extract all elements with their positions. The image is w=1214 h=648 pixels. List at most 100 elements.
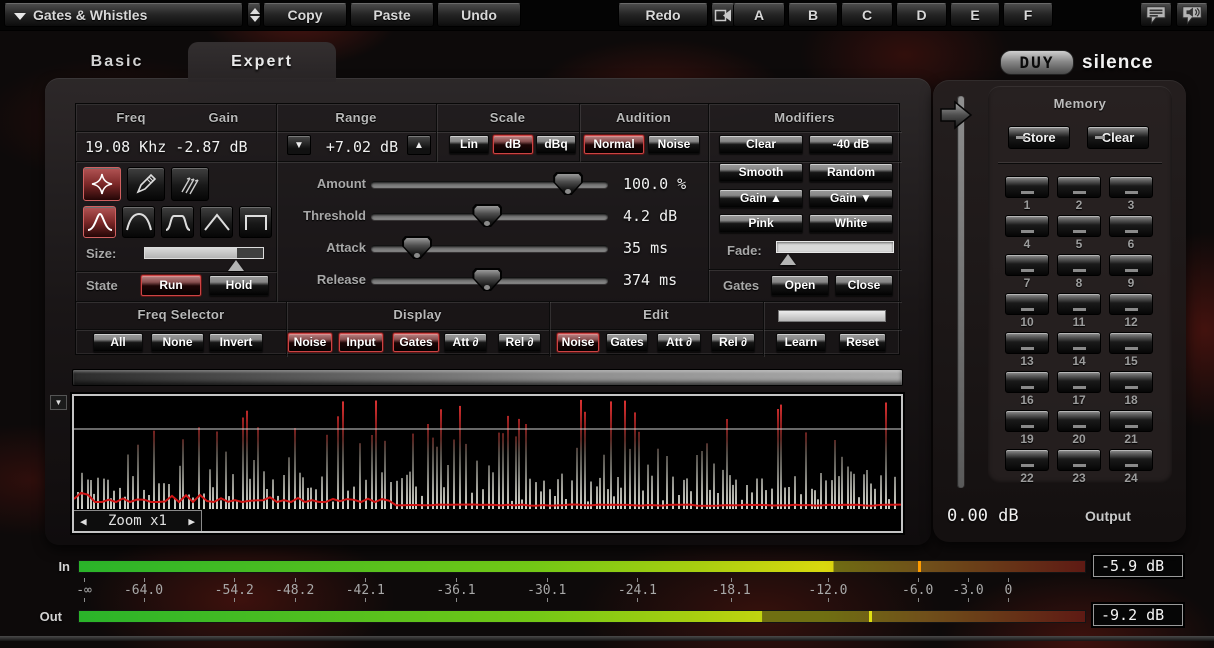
memory-slot-button[interactable] bbox=[1057, 449, 1101, 471]
memory-slot: 24 bbox=[1109, 449, 1153, 484]
attack-slider-thumb[interactable] bbox=[402, 236, 432, 259]
reset-button[interactable]: Reset bbox=[839, 333, 886, 352]
memory-slot-number: 13 bbox=[1005, 354, 1049, 367]
freq-select-none-button[interactable]: None bbox=[151, 333, 204, 352]
modifier-minus40-button[interactable]: -40 dB bbox=[809, 135, 893, 154]
preset-selector[interactable]: Gates & Whistles bbox=[4, 3, 243, 27]
fade-slider-thumb[interactable] bbox=[780, 254, 796, 265]
memory-slot-button[interactable] bbox=[1057, 410, 1101, 432]
out-meter bbox=[78, 610, 1086, 623]
memory-slot-number: 1 bbox=[1005, 198, 1049, 211]
modifier-clear-button[interactable]: Clear bbox=[719, 135, 803, 154]
memory-slot-button[interactable] bbox=[1109, 176, 1153, 198]
modifier-pink-button[interactable]: Pink bbox=[719, 214, 803, 233]
tab-basic[interactable]: Basic bbox=[62, 46, 172, 78]
bank-d-button[interactable]: D bbox=[896, 3, 947, 27]
gates-open-button[interactable]: Open bbox=[771, 275, 829, 296]
audio-help-button[interactable] bbox=[1176, 3, 1208, 27]
audition-noise-button[interactable]: Noise bbox=[648, 135, 700, 154]
memory-slot-button[interactable] bbox=[1109, 215, 1153, 237]
bank-a-button[interactable]: A bbox=[733, 3, 785, 27]
modifier-gain-up-button[interactable]: Gain ▲ bbox=[719, 189, 803, 208]
memory-slot-button[interactable] bbox=[1057, 293, 1101, 315]
waveform-scrollbar[interactable] bbox=[72, 369, 903, 386]
learn-button[interactable]: Learn bbox=[776, 333, 826, 352]
modifier-smooth-button[interactable]: Smooth bbox=[719, 163, 803, 182]
display-noise-button[interactable]: Noise bbox=[288, 333, 332, 352]
waveform-display[interactable]: ◀ Zoom x1 ▶ bbox=[72, 394, 903, 533]
preset-spinner[interactable] bbox=[247, 3, 261, 27]
keyboard-help-button[interactable] bbox=[1140, 3, 1172, 27]
memory-slot-button[interactable] bbox=[1005, 176, 1049, 198]
redo-button[interactable]: Redo bbox=[618, 3, 708, 27]
bank-e-button[interactable]: E bbox=[950, 3, 1000, 27]
display-attack-button[interactable]: Att ∂ bbox=[444, 333, 487, 352]
memory-clear-button[interactable]: Clear bbox=[1087, 126, 1149, 149]
memory-slot-button[interactable] bbox=[1005, 332, 1049, 354]
modifier-random-button[interactable]: Random bbox=[809, 163, 893, 182]
memory-slot: 12 bbox=[1109, 293, 1153, 328]
fade-slider-track[interactable] bbox=[776, 241, 894, 253]
memory-slot-button[interactable] bbox=[1005, 293, 1049, 315]
display-collapse-button[interactable]: ▼ bbox=[50, 395, 67, 410]
undo-button[interactable]: Undo bbox=[437, 3, 521, 27]
copy-button[interactable]: Copy bbox=[263, 3, 347, 27]
memory-slot-button[interactable] bbox=[1005, 215, 1049, 237]
memory-slot-button[interactable] bbox=[1005, 410, 1049, 432]
scale-dbq-button[interactable]: dBq bbox=[536, 135, 576, 154]
memory-slot-button[interactable] bbox=[1057, 176, 1101, 198]
memory-slot-button[interactable] bbox=[1057, 332, 1101, 354]
memory-slot: 1 bbox=[1005, 176, 1049, 211]
memory-slot-button[interactable] bbox=[1057, 215, 1101, 237]
output-fader-thumb[interactable] bbox=[939, 100, 973, 130]
meter-scale-tick bbox=[918, 578, 919, 582]
amount-slider-thumb[interactable] bbox=[553, 172, 583, 195]
gates-close-button[interactable]: Close bbox=[835, 275, 893, 296]
zoom-in-arrow[interactable]: ▶ bbox=[188, 515, 195, 528]
range-decrease-button[interactable]: ▼ bbox=[287, 135, 311, 155]
memory-slot-number: 14 bbox=[1057, 354, 1101, 367]
display-input-button[interactable]: Input bbox=[339, 333, 383, 352]
display-gates-button[interactable]: Gates bbox=[393, 333, 439, 352]
release-slider-thumb[interactable] bbox=[472, 268, 502, 291]
memory-slot-button[interactable] bbox=[1005, 254, 1049, 276]
memory-slot-button[interactable] bbox=[1057, 371, 1101, 393]
output-fader-track[interactable] bbox=[957, 96, 964, 488]
zoom-out-arrow[interactable]: ◀ bbox=[80, 515, 87, 528]
spin-down-icon[interactable] bbox=[250, 16, 260, 22]
memory-slot-button[interactable] bbox=[1109, 293, 1153, 315]
memory-slot-number: 16 bbox=[1005, 393, 1049, 406]
memory-slot-button[interactable] bbox=[1109, 371, 1153, 393]
memory-transfer-button[interactable] bbox=[711, 3, 735, 27]
bank-b-button[interactable]: B bbox=[788, 3, 838, 27]
scale-db-button[interactable]: dB bbox=[493, 135, 533, 154]
memory-slot-button[interactable] bbox=[1109, 332, 1153, 354]
tab-expert[interactable]: Expert bbox=[188, 42, 336, 82]
memory-slot-button[interactable] bbox=[1109, 254, 1153, 276]
memory-slot-button[interactable] bbox=[1109, 410, 1153, 432]
memory-store-button[interactable]: Store bbox=[1008, 126, 1070, 149]
modifier-white-button[interactable]: White bbox=[809, 214, 893, 233]
edit-gates-button[interactable]: Gates bbox=[606, 333, 648, 352]
edit-release-button[interactable]: Rel ∂ bbox=[711, 333, 755, 352]
audition-normal-button[interactable]: Normal bbox=[584, 135, 644, 154]
freq-select-invert-button[interactable]: Invert bbox=[209, 333, 263, 352]
modifier-gain-down-button[interactable]: Gain ▼ bbox=[809, 189, 893, 208]
display-release-button[interactable]: Rel ∂ bbox=[498, 333, 541, 352]
memory-slot-button[interactable] bbox=[1109, 449, 1153, 471]
threshold-slider-thumb[interactable] bbox=[472, 204, 502, 227]
edit-attack-button[interactable]: Att ∂ bbox=[657, 333, 701, 352]
bank-f-button[interactable]: F bbox=[1003, 3, 1053, 27]
memory-slot-button[interactable] bbox=[1005, 371, 1049, 393]
paste-button[interactable]: Paste bbox=[350, 3, 434, 27]
freq-select-all-button[interactable]: All bbox=[93, 333, 143, 352]
in-meter-peak bbox=[918, 561, 921, 572]
edit-noise-button[interactable]: Noise bbox=[557, 333, 599, 352]
memory-slot-grid: 123456789101112131415161718192021222324 bbox=[1005, 176, 1153, 484]
memory-slot-button[interactable] bbox=[1057, 254, 1101, 276]
scale-lin-button[interactable]: Lin bbox=[449, 135, 489, 154]
spin-up-icon[interactable] bbox=[250, 8, 260, 14]
bank-c-button[interactable]: C bbox=[841, 3, 893, 27]
range-increase-button[interactable]: ▲ bbox=[407, 135, 431, 155]
memory-slot-button[interactable] bbox=[1005, 449, 1049, 471]
